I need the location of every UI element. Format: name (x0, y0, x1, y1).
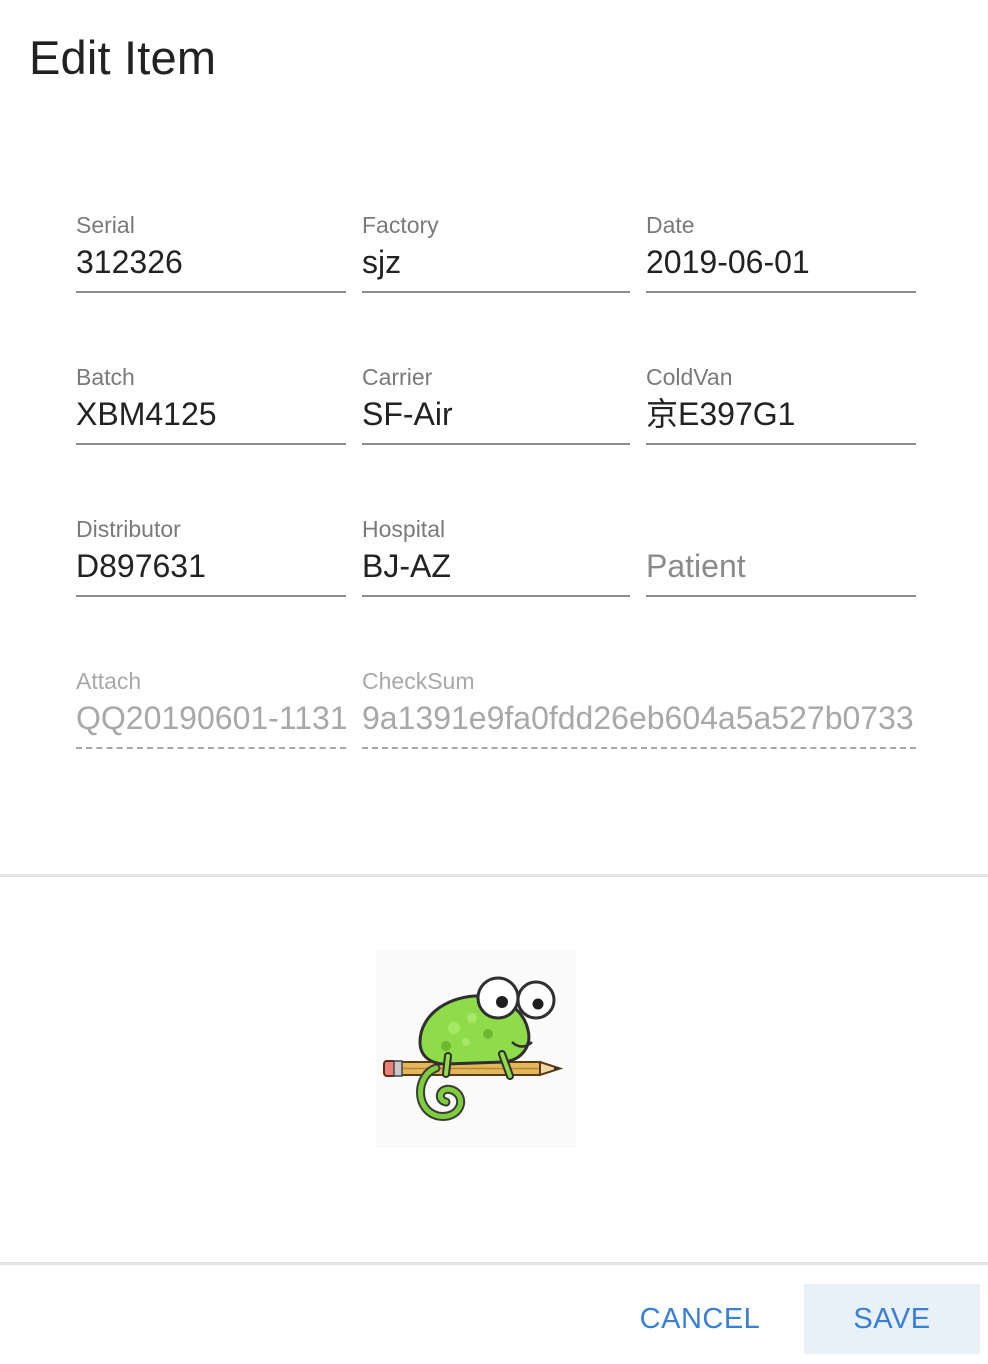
date-field: Date (646, 210, 916, 300)
hospital-label: Hospital (362, 516, 446, 542)
distributor-input[interactable] (76, 544, 346, 588)
attach-underline (76, 747, 346, 749)
chameleon-on-pencil-logo-icon (376, 950, 576, 1148)
coldvan-input[interactable] (646, 392, 916, 436)
serial-field: Serial (76, 210, 346, 300)
patient-input[interactable] (646, 544, 916, 588)
carrier-input[interactable] (362, 392, 630, 436)
dialog-title: Edit Item (29, 31, 217, 84)
date-underline (646, 291, 916, 293)
hospital-input[interactable] (362, 544, 630, 588)
batch-field: Batch (76, 362, 346, 452)
distributor-underline (76, 595, 346, 597)
patient-field (646, 514, 916, 604)
attach-label: Attach (76, 668, 142, 694)
date-label: Date (646, 212, 695, 238)
batch-label: Batch (76, 364, 135, 390)
serial-input[interactable] (76, 240, 346, 284)
factory-field: Factory (362, 210, 630, 300)
factory-label: Factory (362, 212, 439, 238)
checksum-underline (362, 747, 916, 749)
carrier-underline (362, 443, 630, 445)
attach-input (76, 696, 346, 740)
distributor-field: Distributor (76, 514, 346, 604)
factory-input[interactable] (362, 240, 630, 284)
factory-underline (362, 291, 630, 293)
date-input[interactable] (646, 240, 916, 284)
save-button[interactable]: SAVE (804, 1284, 980, 1354)
carrier-field: Carrier (362, 362, 630, 452)
checksum-input (362, 696, 916, 740)
coldvan-field: ColdVan (646, 362, 916, 452)
hospital-field: Hospital (362, 514, 630, 604)
patient-underline (646, 595, 916, 597)
coldvan-underline (646, 443, 916, 445)
cancel-button[interactable]: CANCEL (630, 1284, 770, 1354)
hospital-underline (362, 595, 630, 597)
coldvan-label: ColdVan (646, 364, 733, 390)
batch-underline (76, 443, 346, 445)
attach-field: Attach (76, 666, 346, 756)
serial-underline (76, 291, 346, 293)
actions-divider (0, 1262, 988, 1265)
distributor-label: Distributor (76, 516, 181, 542)
checksum-label: CheckSum (362, 668, 475, 694)
checksum-field: CheckSum (362, 666, 916, 756)
content-divider (0, 874, 988, 877)
carrier-label: Carrier (362, 364, 433, 390)
serial-label: Serial (76, 212, 135, 238)
dialog-actions: CANCEL SAVE (0, 1266, 988, 1364)
batch-input[interactable] (76, 392, 346, 436)
